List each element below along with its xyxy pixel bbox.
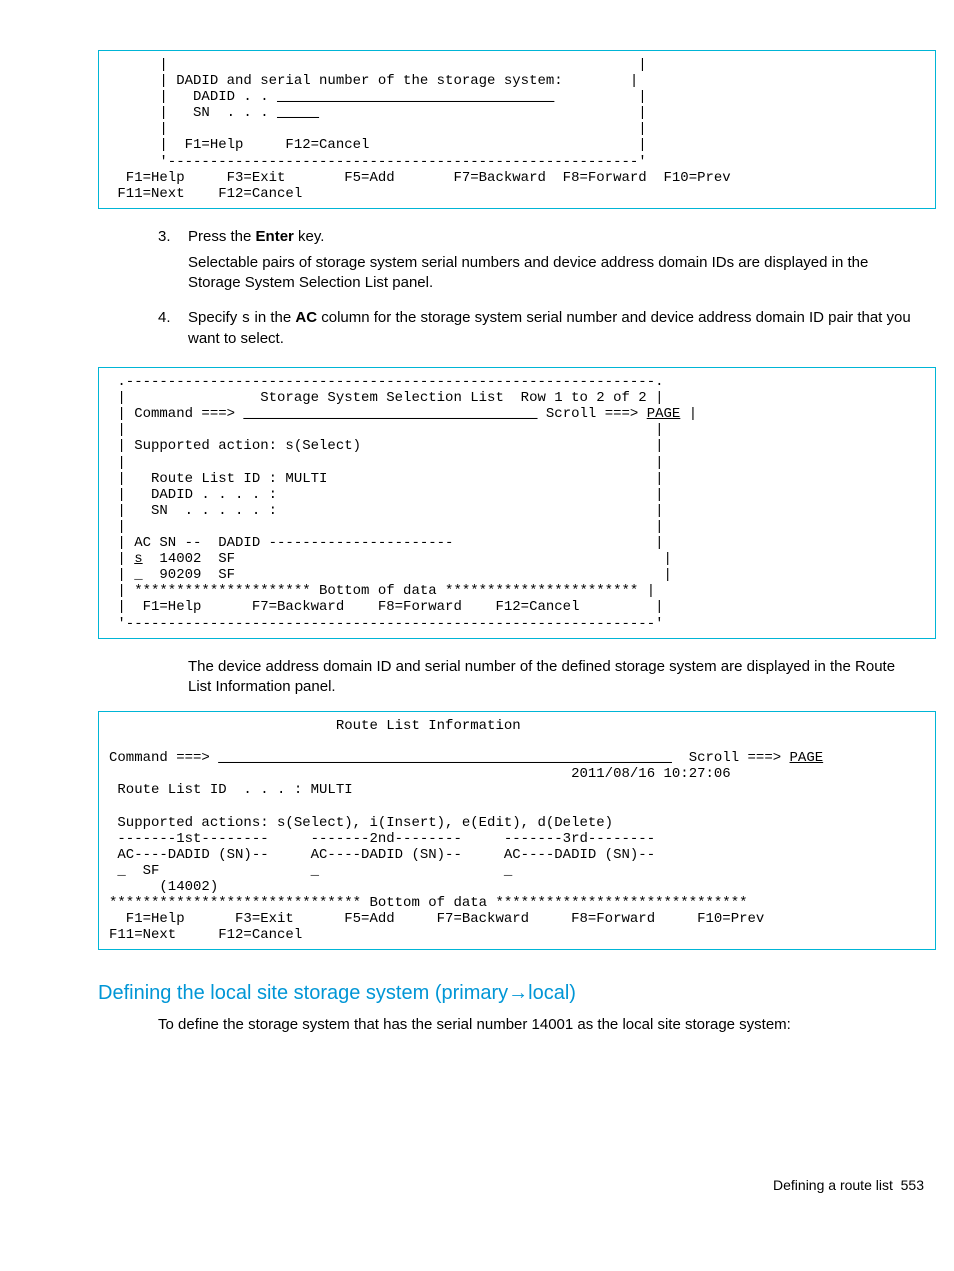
- section-heading: Defining the local site storage system (…: [98, 980, 936, 1007]
- page-footer: Defining a route list 553: [18, 1176, 936, 1195]
- terminal-pre-3: Route List Information Command ===> ____…: [109, 718, 925, 943]
- section-body: To define the storage system that has th…: [158, 1015, 918, 1035]
- footer-label: Defining a route list: [773, 1177, 893, 1193]
- terminal-panel-2: .---------------------------------------…: [98, 367, 936, 639]
- terminal-pre-1: | | | DADID and serial number of the sto…: [109, 57, 925, 202]
- terminal-pre-2: .---------------------------------------…: [109, 374, 925, 632]
- step-3-body: Selectable pairs of storage system seria…: [188, 253, 918, 294]
- after-terminal2-body: The device address domain ID and serial …: [188, 657, 918, 698]
- step-3: 3. Press the Enter key.: [158, 227, 918, 247]
- step-4-line: Specify s in the AC column for the stora…: [188, 308, 918, 350]
- step-4-number: 4.: [158, 308, 184, 328]
- step-3-line: Press the Enter key.: [188, 227, 918, 247]
- step-3-number: 3.: [158, 227, 184, 247]
- terminal-panel-3: Route List Information Command ===> ____…: [98, 711, 936, 950]
- step-4: 4. Specify s in the AC column for the st…: [158, 308, 918, 350]
- footer-page: 553: [901, 1177, 924, 1193]
- terminal-panel-1: | | | DADID and serial number of the sto…: [98, 50, 936, 209]
